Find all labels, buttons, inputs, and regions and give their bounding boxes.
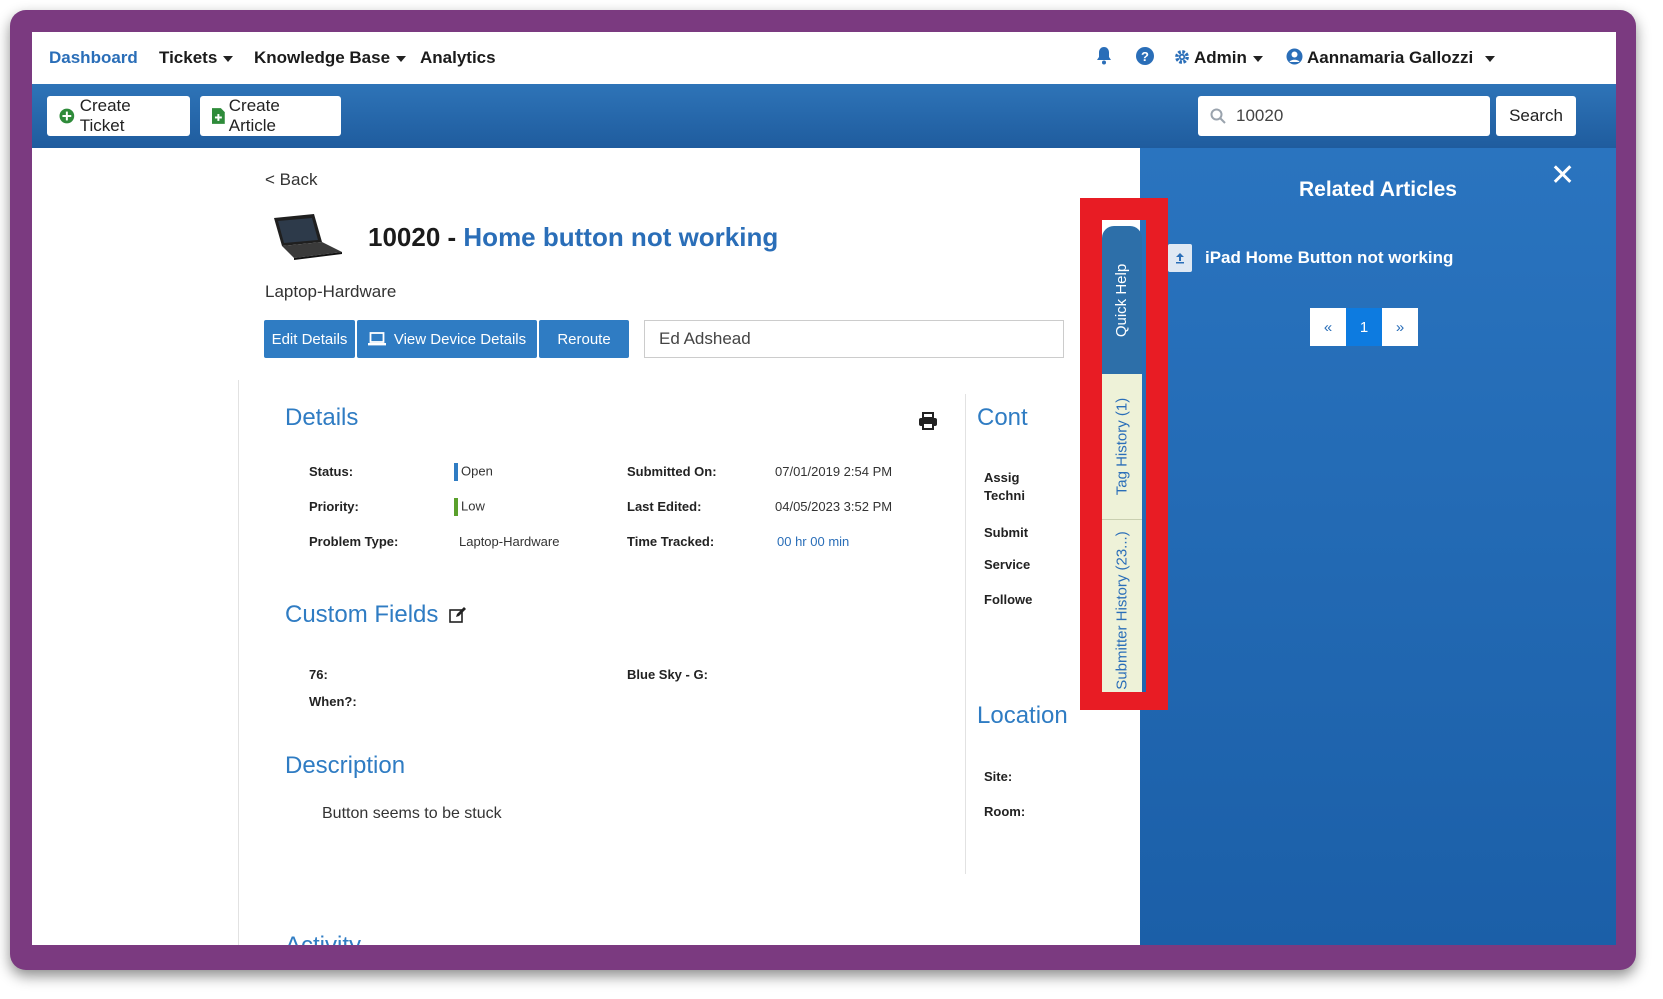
ticket-subject: Home button not working xyxy=(463,222,779,252)
location-heading: Location xyxy=(977,702,1068,729)
status-value: Open xyxy=(461,463,493,479)
create-article-button[interactable]: Create Article xyxy=(200,96,341,136)
gear-icon xyxy=(1175,50,1189,64)
laptop-outline-icon xyxy=(367,332,386,346)
custom-field-blue-sky-label: Blue Sky - G: xyxy=(627,667,708,682)
reroute-button[interactable]: Reroute xyxy=(539,320,629,358)
site-label: Site: xyxy=(984,769,1013,784)
plus-circle-icon xyxy=(59,108,75,124)
nav-admin-label: Admin xyxy=(1194,48,1247,67)
edit-details-button[interactable]: Edit Details xyxy=(264,320,355,358)
tab-tag-history[interactable]: Tag History (1) xyxy=(1102,374,1142,520)
description-heading: Description xyxy=(285,752,406,779)
tab-submitter-history-label: Submitter History (23...) xyxy=(1113,530,1131,690)
create-ticket-button[interactable]: Create Ticket xyxy=(47,96,190,136)
contact-heading: Cont xyxy=(977,404,1028,431)
view-device-details-label: View Device Details xyxy=(393,330,527,348)
app-window: Dashboard Tickets Knowledge Base Analyti… xyxy=(32,32,1616,945)
create-ticket-label: Create Ticket xyxy=(79,96,131,135)
nav-user-label: Aannamaria Gallozzi xyxy=(1307,48,1474,67)
new-document-icon xyxy=(212,108,225,124)
status-badge: Open xyxy=(454,463,493,481)
submitted-on-label: Submitted On: xyxy=(627,464,717,479)
description-text: Button seems to be stuck xyxy=(322,805,502,822)
ticket-problem-type: Laptop-Hardware xyxy=(265,282,397,301)
assignee-field[interactable]: Ed Adshead xyxy=(644,320,1064,358)
top-nav: Dashboard Tickets Knowledge Base Analyti… xyxy=(32,32,1616,84)
ticket-number: 10020 - xyxy=(368,222,464,252)
service-label: Service xyxy=(984,557,1031,572)
problem-type-value: Laptop-Hardware xyxy=(459,534,560,549)
user-icon xyxy=(1286,48,1303,65)
tab-submitter-history[interactable]: Submitter History (23...) xyxy=(1102,520,1142,700)
print-icon[interactable] xyxy=(918,412,938,430)
priority-value: Low xyxy=(461,498,485,514)
search-input[interactable]: 10020 xyxy=(1198,96,1490,136)
custom-field-when-label: When?: xyxy=(309,694,357,709)
room-label: Room: xyxy=(984,804,1026,819)
nav-analytics[interactable]: Analytics xyxy=(420,48,496,68)
last-edited-label: Last Edited: xyxy=(627,499,702,514)
submitter-label: Submit xyxy=(984,525,1029,540)
time-tracked-value[interactable]: 00 hr 00 min xyxy=(777,534,849,549)
search-icon xyxy=(1210,108,1226,124)
search-button[interactable]: Search xyxy=(1496,96,1576,136)
ticket-title: 10020 - Home button not working xyxy=(368,222,778,253)
priority-badge: Low xyxy=(454,498,485,516)
ticket-content: < Back 10020 - Home button not working L… xyxy=(32,148,1140,945)
custom-fields-heading-text: Custom Fields xyxy=(285,601,439,628)
custom-field-76-label: 76: xyxy=(309,667,328,682)
submitted-on-value: 07/01/2019 2:54 PM xyxy=(775,464,893,479)
chevron-down-icon xyxy=(396,55,407,62)
problem-type-label: Problem Type: xyxy=(309,534,399,549)
chevron-down-icon xyxy=(1252,55,1263,62)
pagination-page-1[interactable]: 1 xyxy=(1346,308,1382,346)
priority-label: Priority: xyxy=(309,499,359,514)
back-link[interactable]: < Back xyxy=(265,170,317,190)
column-divider xyxy=(965,394,966,874)
svg-text:?: ? xyxy=(1141,49,1149,64)
search-value: 10020 xyxy=(1236,106,1284,125)
time-tracked-label: Time Tracked: xyxy=(627,534,715,549)
nav-dashboard[interactable]: Dashboard xyxy=(49,48,138,68)
view-device-details-button[interactable]: View Device Details xyxy=(357,320,537,358)
custom-fields-heading: Custom Fields xyxy=(285,601,467,629)
document-icon xyxy=(1168,244,1192,272)
related-articles-panel: ✕ Related Articles iPad Home Button not … xyxy=(1140,148,1616,945)
tab-quick-help[interactable]: Quick Help xyxy=(1102,226,1142,374)
edit-icon[interactable] xyxy=(449,606,467,624)
help-icon[interactable]: ? xyxy=(1135,46,1155,66)
status-label: Status: xyxy=(309,464,354,479)
priority-indicator xyxy=(454,498,458,516)
chevron-down-icon xyxy=(223,55,234,62)
assigned-label: Assig xyxy=(984,470,1020,485)
related-articles-heading: Related Articles xyxy=(1299,178,1457,201)
followers-label: Followe xyxy=(984,592,1033,607)
tab-quick-help-label: Quick Help xyxy=(1113,263,1131,337)
status-indicator xyxy=(454,463,458,481)
nav-knowledge-base[interactable]: Knowledge Base xyxy=(254,48,407,68)
bell-icon[interactable] xyxy=(1095,46,1113,66)
nav-tickets[interactable]: Tickets xyxy=(159,48,234,68)
chevron-down-icon xyxy=(1485,55,1496,62)
laptop-icon xyxy=(274,214,342,260)
last-edited-value: 04/05/2023 3:52 PM xyxy=(775,499,893,514)
toolbar: Create Ticket Create Article 10020 Searc… xyxy=(32,84,1616,148)
left-divider xyxy=(238,380,239,945)
related-article-link[interactable]: iPad Home Button not working xyxy=(1205,248,1453,268)
nav-user-menu[interactable]: Aannamaria Gallozzi xyxy=(1286,48,1496,68)
details-heading: Details xyxy=(285,404,359,431)
nav-tickets-label: Tickets xyxy=(159,48,218,67)
pagination-next[interactable]: » xyxy=(1382,308,1418,346)
tab-tag-history-label: Tag History (1) xyxy=(1113,397,1131,496)
side-tab-strip: Quick Help Tag History (1) Submitter His… xyxy=(1102,226,1142,700)
create-article-label: Create Article xyxy=(228,96,280,135)
activity-heading: Activity xyxy=(285,932,361,945)
nav-knowledge-base-label: Knowledge Base xyxy=(254,48,391,67)
nav-admin[interactable]: Admin xyxy=(1174,48,1263,68)
technician-label: Techni xyxy=(984,488,1025,503)
pagination-prev[interactable]: « xyxy=(1310,308,1346,346)
